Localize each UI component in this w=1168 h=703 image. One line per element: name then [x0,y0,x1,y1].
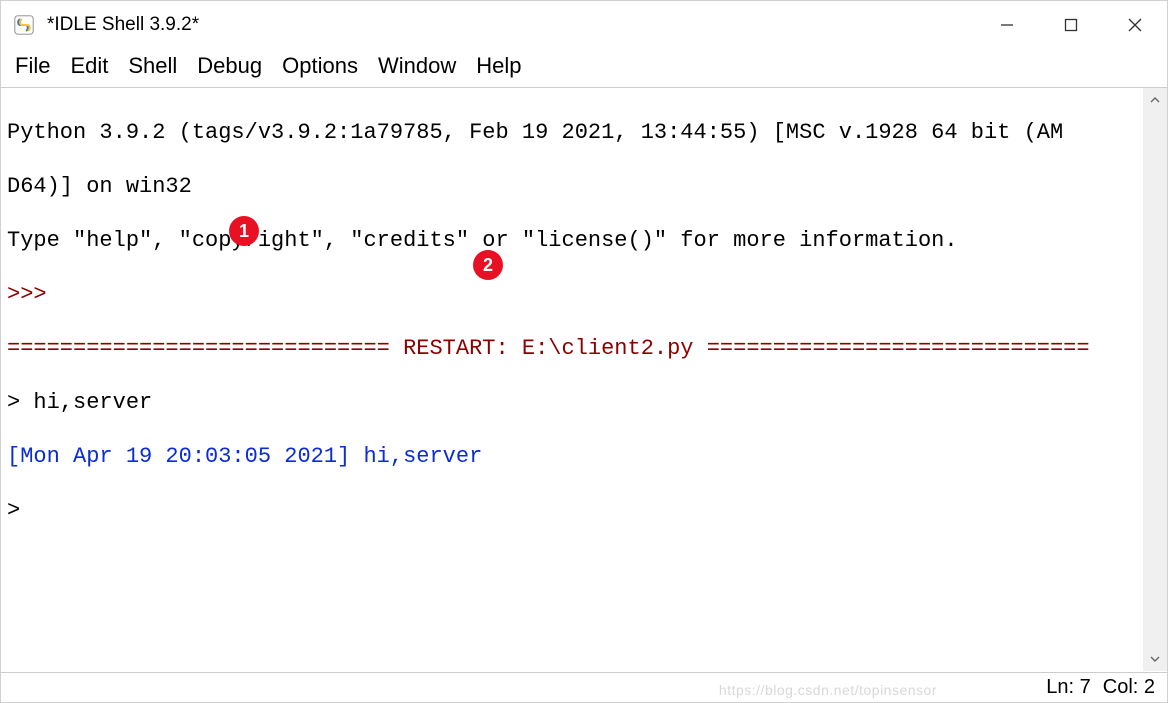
status-col: Col: 2 [1103,676,1155,699]
user-input-line: > hi,server [7,389,1161,416]
minimize-button[interactable] [975,1,1039,49]
window-controls [975,1,1167,49]
menu-debug[interactable]: Debug [189,51,270,81]
window-title: *IDLE Shell 3.9.2* [47,14,199,36]
scroll-down-icon[interactable] [1143,647,1167,671]
close-button[interactable] [1103,1,1167,49]
prompt: > [7,497,1161,524]
annotation-badge-2: 2 [473,250,503,280]
menubar: File Edit Shell Debug Options Window Hel… [1,49,1167,88]
server-echo-line: [Mon Apr 19 20:03:05 2021] hi,server [7,443,1161,470]
menu-window[interactable]: Window [370,51,464,81]
menu-file[interactable]: File [7,51,58,81]
annotation-badge-1: 1 [229,216,259,246]
menu-edit[interactable]: Edit [62,51,116,81]
maximize-button[interactable] [1039,1,1103,49]
python-idle-icon [13,14,35,36]
status-line: Ln: 7 [1046,676,1090,699]
banner-line: Python 3.9.2 (tags/v3.9.2:1a79785, Feb 1… [7,119,1161,146]
scroll-up-icon[interactable] [1143,88,1167,112]
restart-line: ============================= RESTART: E… [7,335,1161,362]
menu-help[interactable]: Help [468,51,529,81]
titlebar: *IDLE Shell 3.9.2* [1,1,1167,49]
banner-line: Type "help", "copyright", "credits" or "… [7,227,1161,254]
menu-options[interactable]: Options [274,51,366,81]
vertical-scrollbar[interactable] [1143,88,1167,671]
shell-text-area[interactable]: Python 3.9.2 (tags/v3.9.2:1a79785, Feb 1… [1,88,1167,671]
prompt: >>> [7,281,1161,308]
menu-shell[interactable]: Shell [120,51,185,81]
banner-line: D64)] on win32 [7,173,1161,200]
status-bar: Ln: 7 Col: 2 [1,672,1167,702]
